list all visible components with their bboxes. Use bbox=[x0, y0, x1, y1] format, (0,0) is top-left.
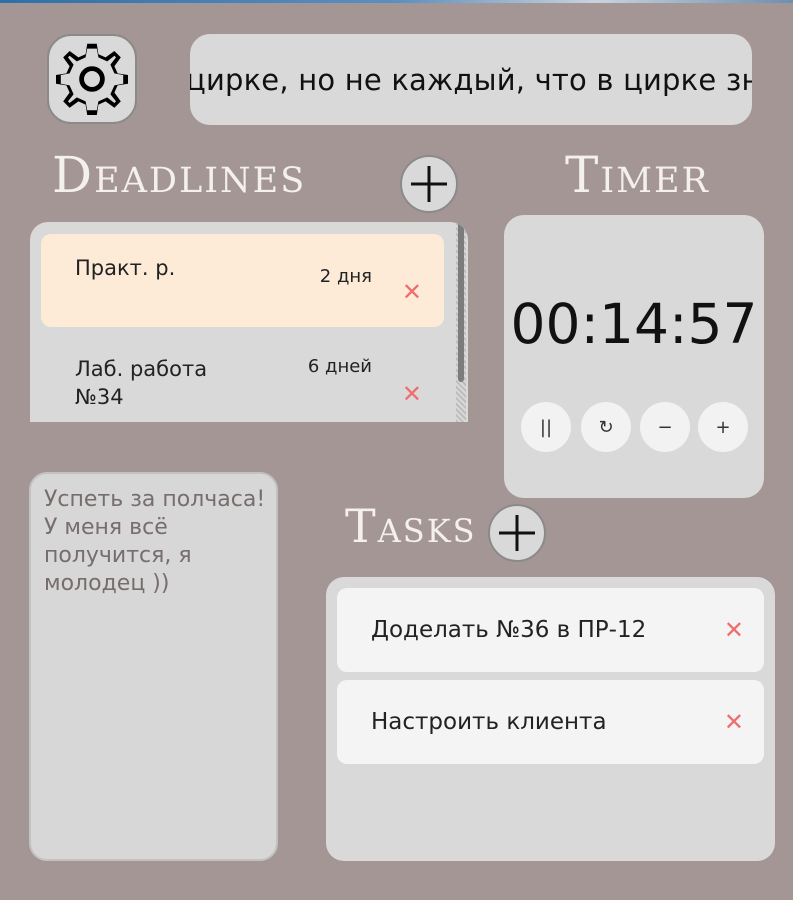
delete-deadline-icon[interactable]: ✕ bbox=[402, 280, 422, 304]
deadline-name: Практ. р. bbox=[75, 256, 176, 280]
deadlines-title: Deadlines bbox=[52, 146, 307, 204]
reset-button[interactable]: ↻ bbox=[581, 402, 631, 452]
delete-deadline-icon[interactable]: ✕ bbox=[402, 382, 422, 406]
deadlines-scrollbar[interactable] bbox=[456, 222, 466, 422]
pause-button[interactable]: || bbox=[521, 402, 571, 452]
timer-panel: 00:14:57 || ↻ − + bbox=[504, 215, 764, 498]
delete-task-icon[interactable]: ✕ bbox=[724, 588, 744, 672]
timer-display: 00:14:57 bbox=[510, 292, 758, 356]
increase-time-button[interactable]: + bbox=[698, 402, 748, 452]
add-task-button[interactable] bbox=[488, 504, 546, 562]
marquee-text: цирке, но не каждый, что в цирке зн bbox=[190, 63, 752, 97]
deadline-days: 6 дней bbox=[307, 356, 372, 377]
delete-task-icon[interactable]: ✕ bbox=[724, 680, 744, 764]
gear-icon bbox=[56, 43, 128, 115]
notes-textarea[interactable]: Успеть за полчаса! У меня всё получится,… bbox=[29, 472, 278, 861]
task-text: Настроить клиента bbox=[371, 709, 607, 735]
tasks-title: Tasks bbox=[345, 499, 477, 553]
task-item[interactable]: Доделать №36 в ПР-12 ✕ bbox=[337, 588, 764, 672]
motivational-marquee: цирке, но не каждый, что в цирке зн bbox=[190, 34, 752, 125]
scrollbar-thumb[interactable] bbox=[458, 222, 464, 382]
settings-button[interactable] bbox=[47, 34, 137, 124]
window-top-border bbox=[0, 0, 793, 3]
deadline-item[interactable]: Практ. р. 2 дня ✕ bbox=[41, 234, 444, 327]
tasks-list: Доделать №36 в ПР-12 ✕ Настроить клиента… bbox=[326, 577, 775, 861]
task-item[interactable]: Настроить клиента ✕ bbox=[337, 680, 764, 764]
task-text: Доделать №36 в ПР-12 bbox=[371, 617, 647, 643]
notes-text: Успеть за полчаса! У меня всё получится,… bbox=[44, 487, 266, 596]
deadline-days: 2 дня bbox=[319, 266, 372, 287]
decrease-time-button[interactable]: − bbox=[640, 402, 690, 452]
deadline-item[interactable]: Лаб. работа №34 6 дней ✕ bbox=[41, 335, 444, 422]
deadline-name: Лаб. работа №34 bbox=[75, 357, 208, 409]
timer-title: Timer bbox=[565, 146, 710, 204]
add-deadline-button[interactable] bbox=[400, 155, 458, 213]
deadlines-list[interactable]: Практ. р. 2 дня ✕ Лаб. работа №34 6 дней… bbox=[30, 222, 468, 422]
